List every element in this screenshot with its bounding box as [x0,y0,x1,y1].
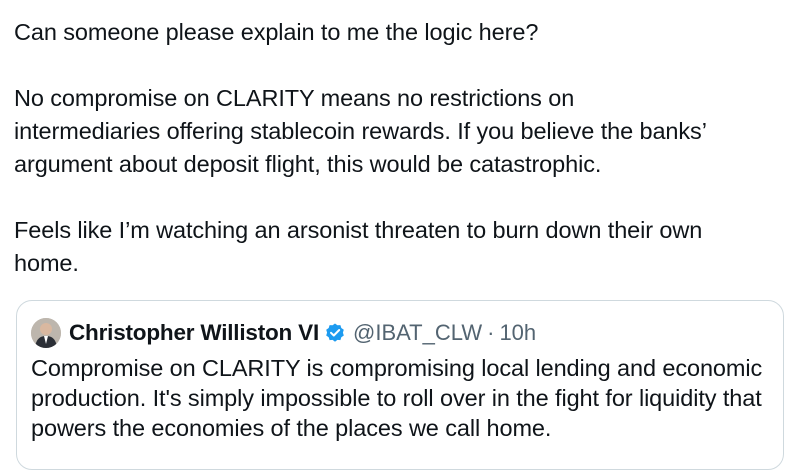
author-handle[interactable]: @IBAT_CLW [353,320,482,346]
tweet-text: Can someone please explain to me the log… [14,16,790,280]
separator-dot: · [487,320,495,345]
quoted-tweet-header: Christopher Williston VI @IBAT_CLW · 10h [31,317,536,349]
tweet-paragraph-1: Can someone please explain to me the log… [14,19,539,45]
avatar[interactable] [31,318,61,348]
tweet-paragraph-3: Feels like I’m watching an arsonist thre… [14,217,703,276]
quoted-tweet-text: Compromise on CLARITY is compromising lo… [31,355,763,441]
author-name[interactable]: Christopher Williston VI [69,320,319,346]
verified-badge-icon [324,322,346,344]
tweet-paragraph-2: No compromise on CLARITY means no restri… [14,85,707,177]
timestamp[interactable]: 10h [499,320,536,346]
